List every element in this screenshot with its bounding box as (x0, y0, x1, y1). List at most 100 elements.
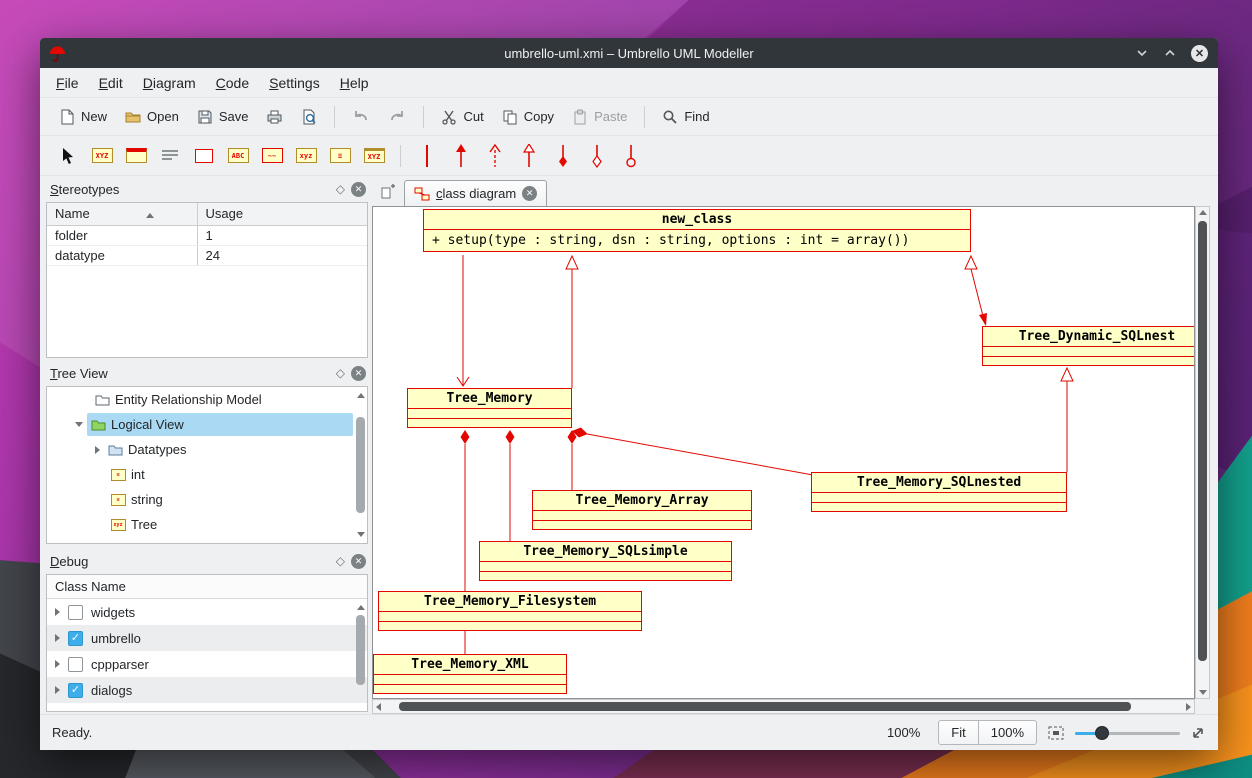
tree-item-datatypes[interactable]: Datatypes (47, 437, 367, 462)
slider-handle[interactable] (1095, 726, 1109, 740)
menu-diagram[interactable]: Diagram (133, 71, 206, 95)
horizontal-scrollbar[interactable] (372, 699, 1195, 714)
box-tool[interactable] (190, 141, 218, 171)
uniassociation-tool[interactable] (447, 141, 475, 171)
debug-column-header[interactable]: Class Name (47, 575, 367, 599)
copy-button[interactable]: Copy (495, 105, 561, 129)
float-panel-icon[interactable]: ◇ (336, 554, 345, 568)
tree-scrollbar[interactable] (356, 403, 365, 527)
new-button[interactable]: New (52, 105, 114, 129)
maximize-button[interactable] (1163, 46, 1177, 60)
open-button[interactable]: Open (118, 105, 186, 129)
tree-item-int[interactable]: ≋ int (47, 462, 367, 487)
zoom-fit-page-icon[interactable] (1047, 725, 1065, 741)
tab-close-icon[interactable]: ✕ (522, 186, 537, 201)
expander-right-icon[interactable] (55, 608, 60, 616)
dependency-tool[interactable] (481, 141, 509, 171)
expander-right-icon[interactable] (55, 686, 60, 694)
zoom-preset-button[interactable]: 100% (978, 720, 1037, 745)
scrollbar-thumb[interactable] (356, 417, 365, 513)
expand-diagonal-icon[interactable] (1190, 725, 1206, 741)
scroll-left-arrow[interactable] (376, 703, 381, 711)
enum-tool[interactable]: ≡ (326, 141, 354, 171)
generalization-tool[interactable] (515, 141, 543, 171)
stereotypes-panel-header[interactable]: Stereotypes ◇ ✕ (44, 178, 370, 200)
expander-right-icon[interactable] (55, 660, 60, 668)
aggregation-tool[interactable] (583, 141, 611, 171)
class-box-new-class[interactable]: new_class + setup(type : string, dsn : s… (423, 209, 971, 252)
class-box-tree-memory-sqlnested[interactable]: Tree_Memory_SQLnested (811, 472, 1067, 512)
tree-item-string[interactable]: ≋ string (47, 487, 367, 512)
scrollbar-thumb[interactable] (399, 702, 1131, 711)
minimize-button[interactable] (1135, 46, 1149, 60)
diagram-canvas[interactable]: new_class + setup(type : string, dsn : s… (372, 206, 1195, 699)
text-tool[interactable]: ABC (224, 141, 252, 171)
print-preview-button[interactable] (294, 105, 324, 129)
print-button[interactable] (259, 105, 290, 129)
debug-panel-header[interactable]: Debug ◇ ✕ (44, 550, 370, 572)
checkbox-unchecked[interactable] (68, 605, 83, 620)
class-box-tree-memory-array[interactable]: Tree_Memory_Array (532, 490, 752, 530)
class-box-tree-memory[interactable]: Tree_Memory (407, 388, 572, 428)
containment-tool[interactable] (617, 141, 645, 171)
checkbox-checked[interactable]: ✓ (68, 683, 83, 698)
scroll-down-arrow[interactable] (356, 530, 365, 539)
titlebar[interactable]: umbrello-uml.xmi – Umbrello UML Modeller… (40, 38, 1218, 68)
tree-item-logical-view[interactable]: Logical View (47, 412, 367, 437)
table-row[interactable]: datatype 24 (47, 245, 367, 265)
debug-scrollbar[interactable] (356, 615, 365, 705)
new-tab-button[interactable] (376, 180, 400, 204)
expander-right-icon[interactable] (55, 634, 60, 642)
float-panel-icon[interactable]: ◇ (336, 182, 345, 196)
float-panel-icon[interactable]: ◇ (336, 366, 345, 380)
datatype-tool[interactable]: xyz (292, 141, 320, 171)
fit-button[interactable]: Fit (938, 720, 978, 745)
menu-file[interactable]: File (46, 71, 89, 95)
save-button[interactable]: Save (190, 105, 256, 129)
tree-item-tree[interactable]: xyz Tree (47, 512, 367, 537)
debug-item-widgets[interactable]: widgets (47, 599, 367, 625)
tab-class-diagram[interactable]: class diagram ✕ (404, 180, 547, 206)
redo-button[interactable] (381, 105, 413, 129)
debug-item-cppparser[interactable]: cppparser (47, 651, 367, 677)
menu-settings[interactable]: Settings (259, 71, 330, 95)
close-panel-icon[interactable]: ✕ (351, 554, 366, 569)
tree-view-panel-header[interactable]: Tree View ◇ ✕ (44, 362, 370, 384)
table-row[interactable]: folder 1 (47, 225, 367, 245)
expander-right-icon[interactable] (95, 446, 100, 454)
note-tool[interactable] (156, 141, 184, 171)
menu-edit[interactable]: Edit (89, 71, 133, 95)
class-box-tree-memory-filesystem[interactable]: Tree_Memory_Filesystem (378, 591, 642, 631)
debug-item-dialogs[interactable]: ✓ dialogs (47, 677, 367, 703)
column-header-usage[interactable]: Usage (197, 203, 367, 225)
cut-button[interactable]: Cut (434, 105, 490, 129)
undo-button[interactable] (345, 105, 377, 129)
debug-item-umbrello[interactable]: ✓ umbrello (47, 625, 367, 651)
tree-item-entity-relationship-model[interactable]: Entity Relationship Model (47, 387, 367, 412)
object-tool[interactable] (122, 141, 150, 171)
paste-button[interactable]: Paste (565, 105, 634, 129)
scroll-up-arrow[interactable] (356, 391, 365, 400)
package-tool[interactable]: XYZ (360, 141, 388, 171)
class-box-tree-memory-xml[interactable]: Tree_Memory_XML (373, 654, 567, 694)
checkbox-unchecked[interactable] (68, 657, 83, 672)
scroll-down-arrow[interactable] (1199, 690, 1207, 695)
vertical-scrollbar[interactable] (1195, 206, 1210, 699)
expander-down-icon[interactable] (75, 422, 83, 427)
menu-code[interactable]: Code (206, 71, 259, 95)
scrollbar-thumb[interactable] (1198, 221, 1207, 661)
close-panel-icon[interactable]: ✕ (351, 366, 366, 381)
column-header-name[interactable]: Name (47, 203, 197, 225)
checkbox-checked[interactable]: ✓ (68, 631, 83, 646)
find-button[interactable]: Find (655, 105, 716, 129)
selection-tool[interactable] (54, 141, 82, 171)
association-tool[interactable] (413, 141, 441, 171)
class-tool[interactable]: XYZ (88, 141, 116, 171)
class-box-tree-memory-sqlsimple[interactable]: Tree_Memory_SQLsimple (479, 541, 732, 581)
scroll-right-arrow[interactable] (1186, 703, 1191, 711)
scrollbar-thumb[interactable] (356, 615, 365, 685)
interface-tool[interactable]: ~~ (258, 141, 286, 171)
composition-tool[interactable] (549, 141, 577, 171)
close-button[interactable]: ✕ (1191, 45, 1208, 62)
menu-help[interactable]: Help (330, 71, 379, 95)
